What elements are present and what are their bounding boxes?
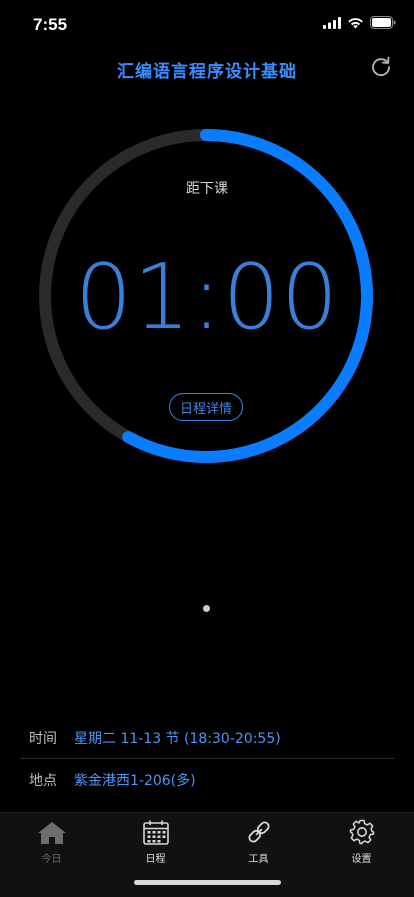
time-value: 星期二 11-13 节 (18:30-20:55) <box>74 731 281 747</box>
nav-bar: 汇编语言程序设计基础 <box>0 48 414 88</box>
link-icon <box>247 821 270 843</box>
time-label: 时间 <box>29 731 57 747</box>
page-indicator-dot[interactable] <box>203 605 210 612</box>
tab-today[interactable]: 今日 <box>0 819 103 869</box>
status-bar: 7:55 <box>0 0 414 48</box>
home-icon <box>37 822 66 844</box>
tab-tools[interactable]: 工具 <box>207 819 310 869</box>
page-title: 汇编语言程序设计基础 <box>117 62 297 82</box>
status-time: 7:55 <box>33 15 68 34</box>
info-divider <box>20 758 394 759</box>
calendar-icon <box>142 820 169 845</box>
countdown-label: 距下课 <box>186 181 228 197</box>
tab-label: 设置 <box>351 854 372 865</box>
home-indicator <box>134 880 281 885</box>
battery-icon <box>370 16 396 29</box>
tab-label: 今日 <box>41 854 62 865</box>
tab-settings[interactable]: 设置 <box>310 819 413 869</box>
gear-icon <box>349 819 374 845</box>
refresh-icon <box>372 56 390 77</box>
tab-label: 工具 <box>248 854 269 865</box>
location-row: 地点 紫金港西1-206(多) <box>0 760 414 800</box>
schedule-detail-button[interactable]: 日程详情 <box>169 393 243 421</box>
location-value: 紫金港西1-206(多) <box>74 773 196 789</box>
refresh-button[interactable] <box>368 54 394 80</box>
location-label: 地点 <box>29 773 57 789</box>
wifi-icon <box>348 17 363 28</box>
countdown-time: 01:00 <box>74 245 340 350</box>
signal-icon <box>323 16 341 29</box>
tab-label: 日程 <box>145 854 166 865</box>
time-row: 时间 星期二 11-13 节 (18:30-20:55) <box>0 718 414 758</box>
status-icons <box>323 16 396 29</box>
tab-schedule[interactable]: 日程 <box>104 819 207 869</box>
